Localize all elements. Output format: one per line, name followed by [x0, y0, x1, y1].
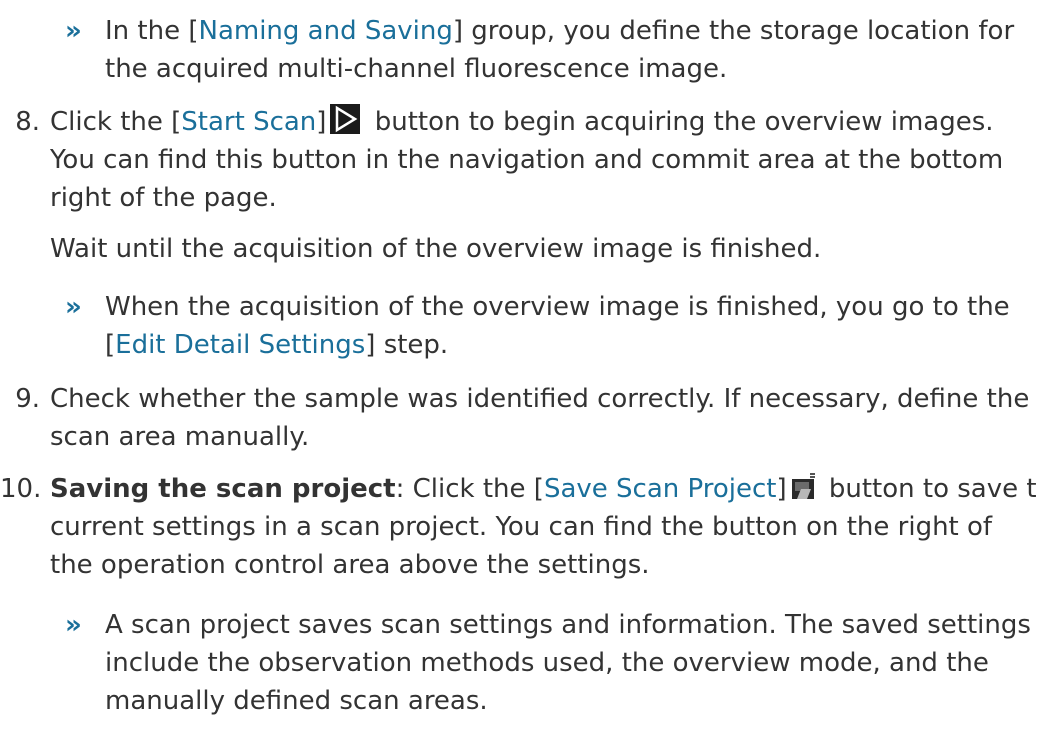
step-10-line-1: Saving the scan project: Click the [Save… — [50, 473, 1037, 504]
step-10-line-3: the operation control area above the set… — [50, 550, 650, 580]
edit-detail-settings-ref: Edit Detail Settings — [115, 330, 366, 360]
chevron-icon: » — [65, 610, 82, 640]
step-8-line-1: Click the [Start Scan] button to begin a… — [50, 103, 1030, 141]
step-9: 9. Check whether the sample was identifi… — [0, 380, 1030, 456]
step-10-line-2: current settings in a scan project. You … — [50, 512, 993, 542]
save-scan-project-ref: Save Scan Project — [543, 474, 777, 504]
step-8-result: » When the acquisition of the overview i… — [65, 288, 1025, 364]
step-10: 10. Saving the scan project: Click the [… — [0, 470, 1037, 584]
saving-scan-project-heading: Saving the scan project — [50, 474, 396, 504]
step-8-result-line-1: When the acquisition of the overview ima… — [105, 292, 1010, 322]
step-8: 8. Click the [Start Scan] button to begi… — [0, 103, 1030, 217]
step-9-line-2: scan area manually. — [50, 422, 310, 452]
step-10-result: » A scan project saves scan settings and… — [65, 606, 1031, 720]
save-project-icon — [791, 473, 817, 501]
step-number: 8. — [15, 107, 40, 137]
step-9-line-1: Check whether the sample was identified … — [50, 384, 1030, 414]
step-number: 10. — [0, 474, 42, 504]
step-8-line-2: You can find this button in the navigati… — [50, 145, 1004, 175]
start-scan-ref: Start Scan — [181, 107, 317, 137]
step-10-result-line-2: include the observation methods used, th… — [105, 648, 989, 678]
step-8-result-line-2: [Edit Detail Settings] step. — [105, 330, 449, 360]
step-8-wait: Wait until the acquisition of the overvi… — [50, 234, 822, 264]
step-number: 9. — [15, 384, 40, 414]
intro-line-1: In the [Naming and Saving] group, you de… — [105, 16, 1015, 46]
play-triangle-icon — [330, 104, 361, 134]
naming-and-saving-ref: Naming and Saving — [198, 16, 453, 46]
step-10-result-line-1: A scan project saves scan settings and i… — [105, 610, 1031, 640]
step-8-line-3: right of the page. — [50, 183, 277, 213]
intro-result: » In the [Naming and Saving] group, you … — [65, 12, 1025, 88]
step-10-result-line-3: manually defined scan areas. — [105, 686, 488, 716]
chevron-icon: » — [65, 292, 82, 322]
intro-line-2: the acquired multi-channel fluorescence … — [105, 54, 728, 84]
chevron-icon: » — [65, 16, 82, 46]
